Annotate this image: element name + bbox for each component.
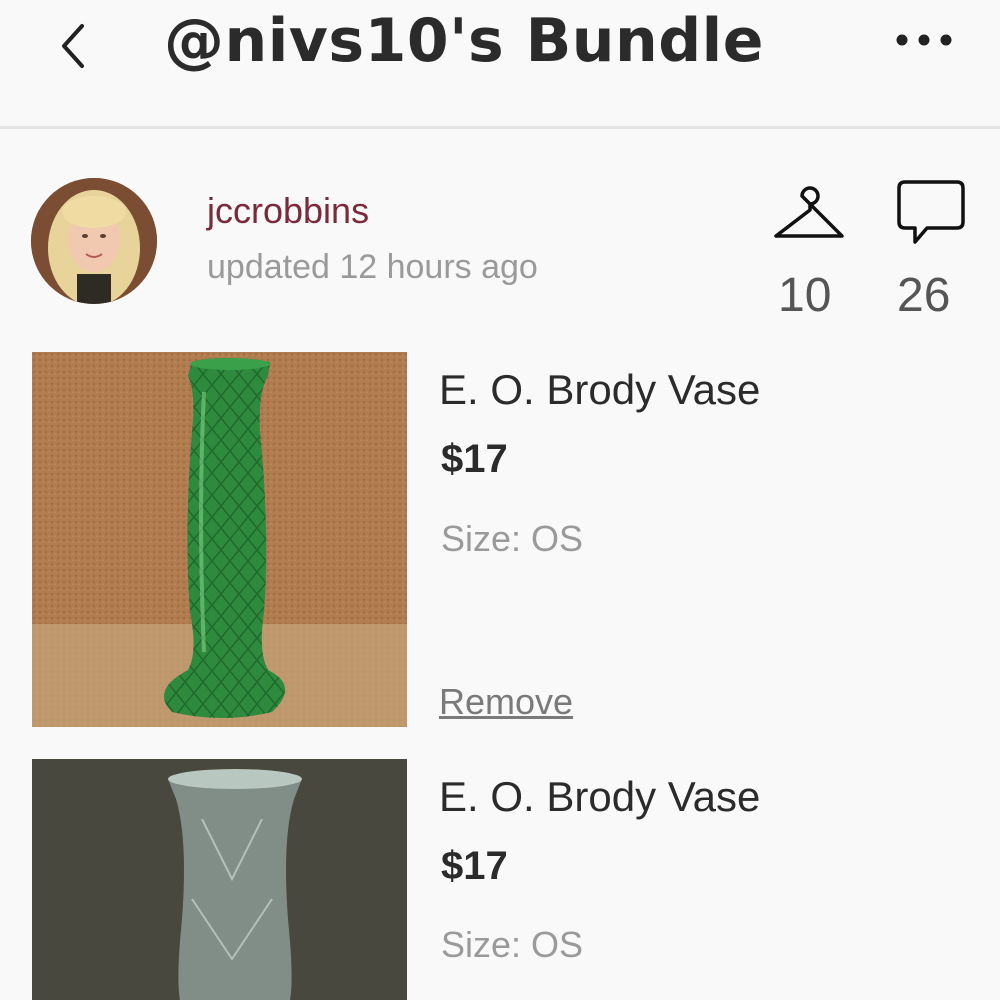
remove-button[interactable]: Remove [439, 681, 573, 723]
item-title[interactable]: E. O. Brody Vase [439, 366, 760, 414]
chevron-left-icon [62, 24, 84, 68]
seller-username[interactable]: jccrobbins [207, 190, 369, 232]
more-options-button[interactable] [890, 22, 960, 58]
item-price: $17 [441, 844, 508, 888]
comments-count: 26 [897, 269, 951, 322]
page-title: @nivs10's Bundle [164, 6, 764, 76]
updated-timestamp: updated 12 hours ago [207, 248, 538, 286]
item-price: $17 [441, 437, 508, 481]
back-button[interactable] [52, 12, 102, 72]
item-title[interactable]: E. O. Brody Vase [439, 773, 760, 821]
item-image[interactable] [32, 352, 407, 727]
seller-avatar[interactable] [31, 178, 157, 304]
item-size: Size: OS [441, 518, 584, 559]
item-image[interactable] [32, 759, 407, 1000]
hanger-icon [774, 186, 844, 238]
likes-count: 10 [778, 269, 832, 322]
app-header: @nivs10's Bundle [0, 0, 1000, 129]
comments-button[interactable] [895, 178, 967, 248]
comment-bubble-icon [897, 180, 965, 244]
green-vase-image [32, 352, 407, 727]
item-size: Size: OS [441, 924, 584, 965]
clear-vase-image [32, 759, 407, 1000]
more-horizontal-icon [896, 34, 952, 46]
likes-button[interactable] [770, 182, 848, 244]
avatar-image [31, 178, 157, 304]
